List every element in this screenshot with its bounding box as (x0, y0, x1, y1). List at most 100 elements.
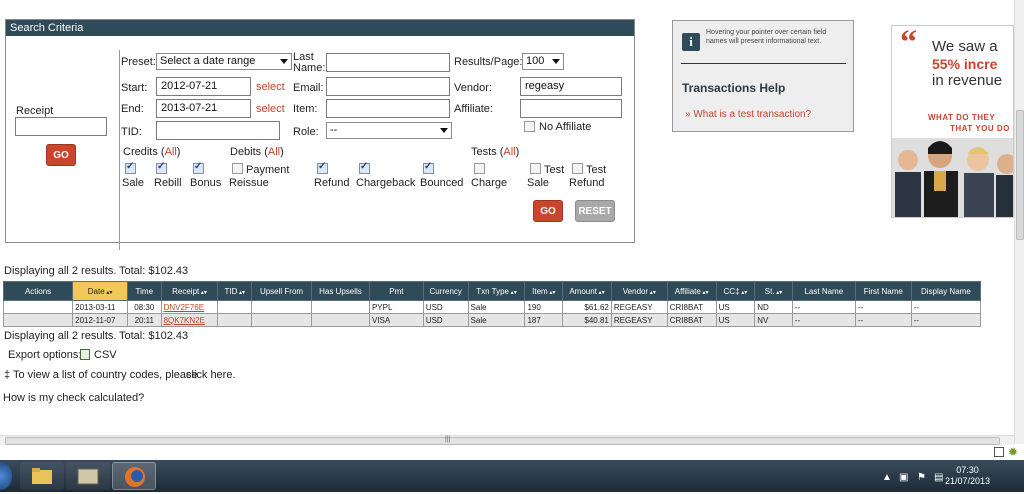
results-total-top: Total: $102.43 (119, 265, 189, 277)
col-tid[interactable]: TID (217, 281, 253, 301)
col-vendor-label: Vendor (622, 286, 649, 296)
help-link-bullet: » (685, 109, 691, 120)
no-affiliate-label: No Affiliate (539, 121, 592, 133)
receipt-link[interactable]: DNV2F76E (164, 303, 204, 312)
cell-receipt: DNV2F76E (160, 300, 219, 314)
horizontal-scrollbar[interactable]: ||| (0, 435, 1014, 445)
search-criteria-header: Search Criteria (6, 20, 634, 36)
csv-export-link[interactable]: CSV (94, 349, 117, 361)
col-affiliate[interactable]: Affiliate (666, 281, 717, 301)
last-name-label-line2: Name: (293, 62, 326, 74)
help-title: Transactions Help (682, 81, 786, 95)
tray-flag-icon[interactable]: ⚑ (917, 472, 926, 483)
gear-icon[interactable]: ✹ (1008, 445, 1018, 459)
tray-time: 07:30 (956, 465, 979, 475)
test-sale-checkbox[interactable] (530, 163, 541, 174)
end-select-link[interactable]: select (256, 103, 285, 115)
tray-expand-icon[interactable]: ▲ (882, 472, 892, 483)
start-select-link[interactable]: select (256, 81, 285, 93)
bonus-label: Bonus (190, 177, 222, 189)
chevron-down-icon (440, 128, 448, 133)
cell-currency: USD (422, 300, 469, 314)
col-state[interactable]: St. (754, 281, 793, 301)
vendor-input[interactable]: regeasy (520, 77, 622, 96)
start-orb-icon[interactable] (0, 462, 12, 490)
firefox-taskbar-button[interactable] (112, 462, 156, 490)
no-affiliate-checkbox[interactable] (524, 121, 535, 132)
vertical-scroll-thumb[interactable] (1016, 110, 1024, 240)
affiliate-label: Affiliate: (454, 103, 493, 115)
col-pmt: Pmt (368, 281, 424, 301)
affiliate-input[interactable] (520, 99, 622, 118)
cell-state: NV (754, 313, 793, 327)
cell-first-name: -- (854, 313, 912, 327)
debits-all-link[interactable]: All (268, 146, 280, 158)
cell-has-upsells (311, 300, 370, 314)
tray-clock[interactable]: 07:30 21/07/2013 (945, 465, 990, 487)
cell-last-name: -- (791, 313, 856, 327)
receipt-link[interactable]: 8QK7KN2E (164, 316, 205, 325)
role-select[interactable]: -- (326, 122, 452, 139)
debits-label: Debits ( (230, 146, 268, 158)
country-codes-link[interactable]: click here. (186, 369, 236, 381)
col-vendor[interactable]: Vendor (610, 281, 668, 301)
media-icon (77, 468, 99, 485)
col-receipt[interactable]: Receipt (160, 281, 219, 301)
col-affiliate-label: Affiliate (674, 286, 701, 296)
page-icon[interactable] (994, 447, 1004, 457)
check-calculation-link[interactable]: How is my check calculated? (3, 392, 144, 404)
col-date[interactable]: Date (72, 281, 129, 301)
test-transaction-link[interactable]: » What is a test transaction? (685, 109, 811, 120)
horizontal-scroll-thumb[interactable] (5, 437, 1000, 445)
start-date-input[interactable]: 2012-07-21 (156, 77, 251, 96)
reset-button[interactable]: RESET (575, 200, 615, 222)
sale-checkbox[interactable] (125, 161, 136, 174)
col-cc[interactable]: CC‡ (715, 281, 756, 301)
chargeback-checkbox[interactable] (359, 161, 370, 174)
test-refund-checkbox[interactable] (572, 163, 583, 174)
media-taskbar-button[interactable] (66, 462, 110, 490)
receipt-go-button[interactable]: GO (46, 144, 76, 166)
col-amount[interactable]: Amount (562, 281, 612, 301)
refund-label: Refund (314, 177, 350, 189)
charge-label: Charge (471, 177, 508, 189)
tray-network-icon[interactable]: ▤ (934, 472, 943, 483)
col-txn-type[interactable]: Txn Type (467, 281, 526, 301)
debits-close-paren: ) (280, 146, 284, 158)
results-per-page-select[interactable]: 100 (522, 53, 564, 70)
cell-vendor: REGEASY (610, 313, 668, 327)
tray-date: 21/07/2013 (944, 476, 990, 486)
tid-input[interactable] (156, 121, 280, 140)
charge-checkbox[interactable] (474, 163, 485, 174)
bounced-checkbox[interactable] (423, 161, 434, 174)
email-input[interactable] (326, 77, 450, 96)
advertisement[interactable]: “ We saw a 55% incre in revenue WHAT DO … (891, 25, 1014, 218)
bonus-checkbox[interactable] (193, 161, 204, 174)
help-separator (681, 63, 846, 64)
col-time[interactable]: Time (127, 281, 162, 301)
refund-checkbox[interactable] (317, 161, 328, 174)
cell-vendor: REGEASY (610, 300, 668, 314)
receipt-input[interactable] (15, 117, 107, 136)
col-tid-label: TID (224, 286, 238, 296)
credits-close-paren: ) (176, 146, 181, 158)
item-input[interactable] (326, 99, 450, 118)
last-name-input[interactable] (326, 53, 450, 72)
end-date-input[interactable]: 2013-07-21 (156, 99, 251, 118)
tray-app-icon[interactable]: ▣ (899, 472, 908, 483)
cell-receipt: 8QK7KN2E (160, 313, 219, 327)
cell-has-upsells (311, 313, 370, 327)
preset-select[interactable]: Select a date range (156, 53, 292, 70)
tests-all-link[interactable]: All (503, 146, 515, 158)
col-item[interactable]: Item (524, 281, 564, 301)
rebill-checkbox[interactable] (156, 161, 167, 174)
help-link-text[interactable]: What is a test transaction? (693, 109, 811, 120)
vertical-scrollbar[interactable] (1014, 0, 1024, 444)
credits-group-label: Credits (All) (123, 146, 180, 158)
payment-reissue-checkbox[interactable] (232, 163, 243, 174)
cell-tid (217, 300, 253, 314)
search-go-button[interactable]: GO (533, 200, 563, 222)
explorer-taskbar-button[interactable] (20, 462, 64, 490)
table-row: 2012-11-07 20:11 8QK7KN2E VISA USD Sale … (2, 313, 982, 327)
credits-all-link[interactable]: All (165, 146, 177, 158)
